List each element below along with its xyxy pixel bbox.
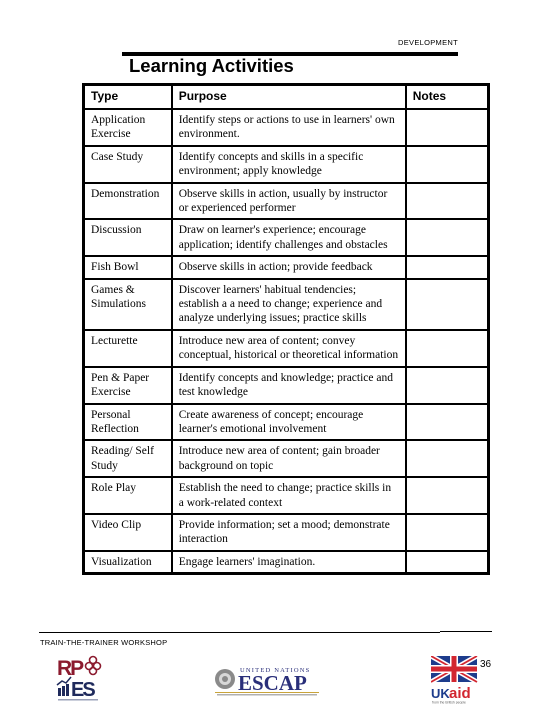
un-emblem-icon xyxy=(215,669,235,689)
cell-purpose: Draw on learner's experience; encourage … xyxy=(170,218,407,258)
rpes-logo: RP ES xyxy=(56,655,102,701)
cell-notes xyxy=(404,476,490,515)
cell-type: Discussion xyxy=(82,218,173,258)
table-body: Application Exercise Identify steps or ac… xyxy=(82,108,490,575)
cell-purpose: Engage learners' imagination. xyxy=(170,549,407,575)
escap-tagline xyxy=(217,694,317,696)
cell-notes xyxy=(404,144,490,184)
cell-notes xyxy=(404,328,490,368)
page-number: 36 xyxy=(480,659,492,670)
rpes-logo-es: ES xyxy=(71,679,95,701)
escap-underline xyxy=(215,692,319,693)
cell-type: Lecturette xyxy=(82,328,173,368)
cell-type: Case Study xyxy=(82,144,173,184)
cell-purpose: Create awareness of concept; encourage l… xyxy=(170,402,407,442)
cell-type: Personal Reflection xyxy=(82,402,173,442)
cell-purpose: Identify concepts and skills in a specif… xyxy=(170,144,407,184)
cell-notes xyxy=(404,512,490,552)
cell-purpose: Establish the need to change; practice s… xyxy=(170,476,407,515)
table-row: Demonstration Observe skills in action, u… xyxy=(82,181,490,221)
cell-notes xyxy=(404,108,490,147)
table-row: Discussion Draw on learner's experience; … xyxy=(82,218,490,258)
table-row: Video Clip Provide information; set a moo… xyxy=(82,512,490,552)
column-header-type: Type xyxy=(82,83,173,110)
footer-label: TRAIN-THE-TRAINER WORKSHOP xyxy=(40,638,168,647)
rpes-tagline xyxy=(58,699,98,701)
table-header-row: Type Purpose Notes xyxy=(82,83,490,110)
cell-purpose: Observe skills in action; provide feedba… xyxy=(170,255,407,280)
cell-purpose: Observe skills in action, usually by ins… xyxy=(170,181,407,221)
table-row: Personal Reflection Create awareness of c… xyxy=(82,402,490,442)
cell-notes xyxy=(404,181,490,221)
cell-purpose: Introduce new area of content; convey co… xyxy=(170,328,407,368)
table-row: Lecturette Introduce new area of content;… xyxy=(82,328,490,368)
table-row: Reading/ Self Study Introduce new area of… xyxy=(82,439,490,479)
table-row: Role Play Establish the need to change; p… xyxy=(82,476,490,515)
rpes-logo-rp: RP xyxy=(57,657,84,680)
table-row: Pen & Paper Exercise Identify concepts an… xyxy=(82,365,490,405)
cell-notes xyxy=(404,218,490,258)
cell-type: Application Exercise xyxy=(82,108,173,147)
table-row: Fish Bowl Observe skills in action; provi… xyxy=(82,255,490,280)
cell-purpose: Identify concepts and knowledge; practic… xyxy=(170,365,407,405)
ukaid-uk-text: UK xyxy=(431,686,450,701)
cell-type: Demonstration xyxy=(82,181,173,221)
cell-type: Visualization xyxy=(82,549,173,575)
cell-type: Fish Bowl xyxy=(82,255,173,280)
learning-activities-table: Type Purpose Notes Application Exercise I… xyxy=(82,83,490,576)
column-header-notes: Notes xyxy=(404,83,490,110)
cell-purpose: Identify steps or actions to use in lear… xyxy=(170,108,407,147)
footer-rule-segment xyxy=(440,631,492,632)
ukaid-logo: UK aid from the British people xyxy=(431,656,479,704)
cell-notes xyxy=(404,255,490,280)
cell-notes xyxy=(404,277,490,331)
un-escap-logo: UNITED NATIONS ESCAP xyxy=(215,667,319,696)
table-row: Games & Simulations Discover learners' ha… xyxy=(82,277,490,331)
cell-notes xyxy=(404,402,490,442)
union-jack-flag-icon xyxy=(431,656,479,685)
section-label: DEVELOPMENT xyxy=(398,38,458,47)
cell-type: Role Play xyxy=(82,476,173,515)
escap-main-text: ESCAP xyxy=(238,671,307,695)
cell-notes xyxy=(404,549,490,575)
cell-notes xyxy=(404,439,490,479)
cell-purpose: Provide information; set a mood; demonst… xyxy=(170,512,407,552)
cell-purpose: Introduce new area of content; gain broa… xyxy=(170,439,407,479)
cell-type: Reading/ Self Study xyxy=(82,439,173,479)
cell-type: Games & Simulations xyxy=(82,277,173,331)
rpes-flower-icon xyxy=(84,655,102,676)
page-title: Learning Activities xyxy=(129,55,294,76)
cell-type: Pen & Paper Exercise xyxy=(82,365,173,405)
cell-purpose: Discover learners' habitual tendencies; … xyxy=(170,277,407,331)
cell-type: Video Clip xyxy=(82,512,173,552)
table-row: Visualization Engage learners' imaginatio… xyxy=(82,549,490,575)
ukaid-tagline: from the British people xyxy=(432,701,466,705)
table-row: Case Study Identify concepts and skills i… xyxy=(82,144,490,184)
column-header-purpose: Purpose xyxy=(170,83,407,110)
ukaid-aid-text: aid xyxy=(449,685,471,702)
cell-notes xyxy=(404,365,490,405)
table-row: Application Exercise Identify steps or ac… xyxy=(82,108,490,147)
footer-rule xyxy=(39,632,440,633)
